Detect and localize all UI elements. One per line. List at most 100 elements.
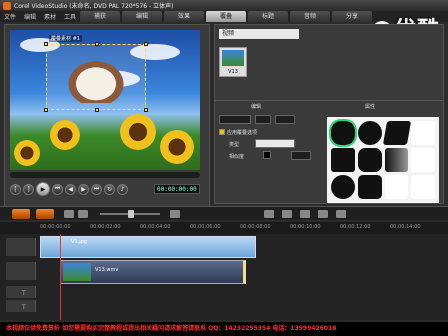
overlay-clip[interactable]: V13.wmv	[60, 260, 246, 284]
mask-empty	[411, 175, 435, 199]
chapter-icon[interactable]	[282, 210, 292, 218]
mask-splash-icon[interactable]	[357, 148, 382, 172]
tab-audio[interactable]: 音频	[290, 11, 330, 22]
video-clip-label: V1.jpg	[71, 239, 87, 245]
mask-rect-icon[interactable]	[331, 148, 355, 172]
resize-handle[interactable]	[95, 108, 99, 112]
options-header-edit[interactable]: 编辑	[251, 103, 261, 110]
home-icon[interactable]: ⏮	[52, 183, 63, 195]
tab-title[interactable]: 标题	[248, 11, 288, 22]
resize-handle[interactable]	[144, 42, 148, 46]
playhead[interactable]	[60, 234, 61, 320]
mask-blob-icon[interactable]	[357, 175, 382, 199]
resize-handle[interactable]	[95, 42, 99, 46]
type-label: 类型	[229, 142, 240, 148]
title-bar: Corel VideoStudio (未命名, DVD PAL 720*576 …	[0, 0, 448, 11]
similarity-field[interactable]	[291, 151, 311, 160]
menu-clip[interactable]: 素材	[44, 12, 56, 21]
color-picker[interactable]	[263, 151, 271, 159]
library-thumbnail[interactable]: V13	[219, 47, 247, 77]
scrub-bar[interactable]	[10, 172, 200, 178]
menu-tools[interactable]: 工具	[64, 12, 76, 21]
auto-music-icon[interactable]	[336, 210, 346, 218]
overlay-track-icon	[6, 262, 36, 280]
resize-handle[interactable]	[44, 42, 48, 46]
app-window: Corel VideoStudio (未命名, DVD PAL 720*576 …	[0, 0, 448, 336]
mark-in-icon[interactable]: [	[10, 183, 21, 195]
mask-empty	[384, 175, 409, 199]
ruler-tick: 00:00:06:00	[190, 224, 221, 230]
video-clip[interactable]: V1.jpg	[40, 236, 256, 258]
similarity-label: 相似度	[229, 154, 245, 160]
prev-frame-icon[interactable]: ◀	[65, 183, 76, 195]
thumbnail-caption: V13	[228, 69, 238, 75]
footer-notice: 本视频仅供免费赏析 如您需要购买完整教程或提出相关疑问请求解答请联系 QQ：14…	[0, 322, 448, 336]
resize-handle[interactable]	[144, 108, 148, 112]
ruler-tick: 00:00:08:00	[240, 224, 271, 230]
options-panel: 编辑 属性 应用覆叠选项 类型 相似度	[214, 100, 444, 204]
sunflower-shape	[160, 130, 194, 164]
sunflower-shape	[50, 120, 80, 150]
ruler-tick: 00:00:02:00	[90, 224, 121, 230]
play-button[interactable]: ▶	[36, 182, 50, 196]
sunflower-shape	[14, 140, 40, 166]
music-track-icon	[6, 300, 36, 312]
overlay-selection-box[interactable]: 覆叠素材 #1	[44, 35, 148, 112]
tab-edit[interactable]: 编辑	[122, 11, 162, 22]
options-header-attribute[interactable]: 属性	[365, 103, 375, 110]
title-track-icon	[6, 286, 36, 298]
zoom-slider[interactable]	[100, 210, 160, 218]
zoom-knob[interactable]	[128, 210, 134, 218]
mask-heart-icon[interactable]	[329, 119, 357, 147]
mask-cloud-icon[interactable]	[357, 121, 382, 145]
menu-edit[interactable]: 编辑	[24, 12, 36, 21]
apply-mask-label: 应用覆叠选项	[227, 130, 258, 136]
next-frame-icon[interactable]: ▶	[78, 183, 89, 195]
volume-field[interactable]	[255, 115, 271, 124]
ruler-tick: 00:00:10:00	[290, 224, 321, 230]
mix-icon[interactable]	[318, 210, 328, 218]
ripple-icon[interactable]	[300, 210, 310, 218]
volume-icon[interactable]: ♪	[117, 183, 128, 195]
storyboard-view-button[interactable]	[12, 209, 30, 219]
fit-icon[interactable]	[170, 210, 180, 218]
mask-empty	[411, 121, 435, 145]
undo-icon[interactable]	[64, 210, 74, 218]
tab-share[interactable]: 分享	[332, 11, 372, 22]
end-icon[interactable]: ⏭	[91, 183, 102, 195]
sunflower-shape	[120, 114, 156, 150]
resize-handle[interactable]	[44, 108, 48, 112]
video-track-icon	[6, 238, 36, 256]
timecode-display[interactable]: 00:00:00:00	[154, 184, 200, 194]
overlay-image	[61, 55, 131, 103]
timeline-toolbar	[0, 206, 448, 220]
music-track-label: T	[22, 304, 26, 311]
overlay-label: 覆叠素材 #1	[49, 35, 82, 42]
speed-field[interactable]	[275, 115, 295, 124]
library-selector[interactable]: 视频	[219, 29, 299, 39]
mark-out-icon[interactable]: ]	[23, 183, 34, 195]
duration-field[interactable]	[219, 115, 251, 124]
overlay-clip-label: V13.wmv	[95, 267, 119, 273]
track-manager-icon[interactable]	[264, 210, 274, 218]
timeline-view-button[interactable]	[36, 209, 54, 219]
title-track-label: T	[22, 290, 26, 297]
mask-gradient-icon[interactable]	[384, 148, 409, 172]
mask-parallelogram-icon[interactable]	[382, 121, 411, 145]
tab-capture[interactable]: 捕获	[80, 11, 120, 22]
timeline-ruler[interactable]: 00:00:00:00 00:00:02:00 00:00:04:00 00:0…	[0, 222, 448, 234]
menu-file[interactable]: 文件	[4, 12, 16, 21]
thumbnail-image	[222, 50, 244, 66]
tab-overlay[interactable]: 覆叠	[206, 11, 246, 22]
mask-gallery	[327, 117, 439, 203]
mask-oval-icon[interactable]	[331, 175, 355, 199]
ruler-tick: 00:00:14:00	[390, 224, 421, 230]
timeline-tracks: T T V1.jpg V13.wmv	[0, 234, 448, 320]
preview-window[interactable]: 覆叠素材 #1	[10, 30, 200, 170]
redo-icon[interactable]	[78, 210, 88, 218]
repeat-icon[interactable]: ↻	[104, 183, 115, 195]
window-title: Corel VideoStudio (未命名, DVD PAL 720*576 …	[14, 3, 174, 10]
apply-mask-checkbox[interactable]	[219, 129, 225, 135]
tab-effect[interactable]: 效果	[164, 11, 204, 22]
type-dropdown[interactable]	[255, 139, 295, 148]
